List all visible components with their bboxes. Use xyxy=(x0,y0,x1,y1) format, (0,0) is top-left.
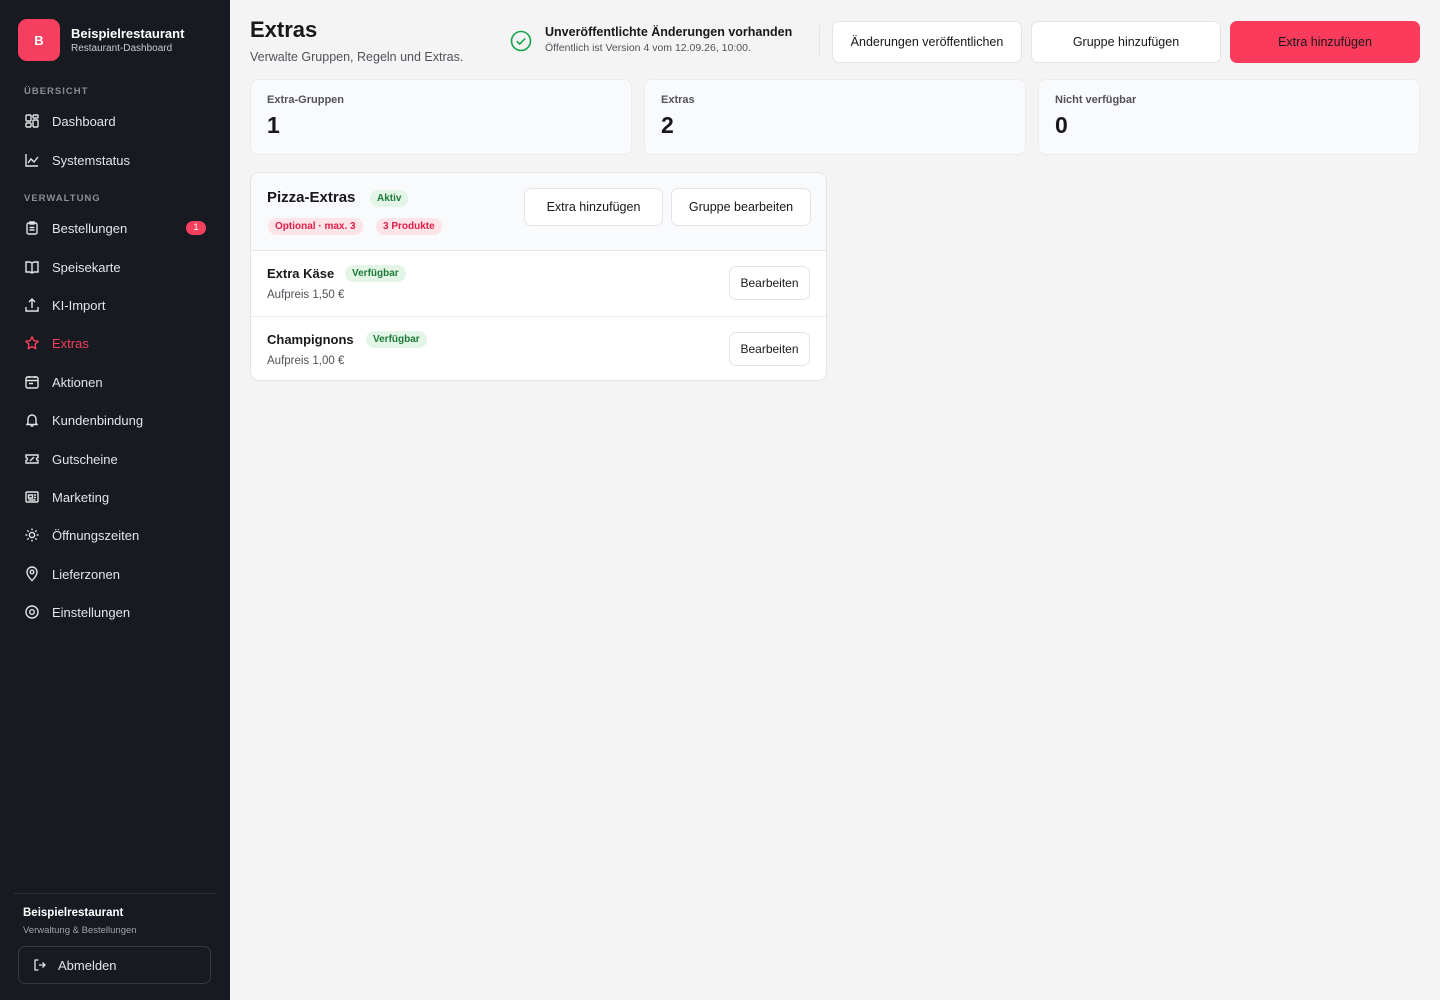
extra-price: Aufpreis 1,50 € xyxy=(267,289,345,301)
list-item: Champignons Verfügbar Aufpreis 1,00 € Be… xyxy=(251,316,826,380)
logout-button[interactable]: Abmelden xyxy=(18,946,211,984)
sidebar-item-label: Dashboard xyxy=(52,113,116,129)
section-label-management: VERWALTUNG xyxy=(24,193,101,204)
check-circle-icon xyxy=(510,30,532,52)
sidebar-item-label: KI-Import xyxy=(52,297,106,313)
sidebar-item-label: Lieferzonen xyxy=(52,566,120,582)
calendar-icon xyxy=(24,374,40,390)
status-subtitle: Öffentlich ist Version 4 vom 12.09.26, 1… xyxy=(545,42,751,54)
brand-logo: B xyxy=(18,19,60,61)
chart-icon xyxy=(24,152,40,168)
sidebar-item-gutscheine[interactable]: Gutscheine xyxy=(14,443,216,475)
sidebar-item-label: Bestellungen xyxy=(52,220,128,236)
page-title: Extras xyxy=(250,17,318,42)
stat-card-extras: Extras 2 xyxy=(644,79,1026,155)
availability-badge: Verfügbar xyxy=(345,265,406,282)
publish-changes-button[interactable]: Änderungen veröffentlichen xyxy=(832,21,1022,63)
sidebar-item-systemstatus[interactable]: Systemstatus xyxy=(14,144,216,176)
extra-name: Extra Käse xyxy=(267,266,335,281)
clipboard-icon xyxy=(24,220,40,236)
group-rule-badge: Optional · max. 3 xyxy=(268,218,363,235)
add-group-button[interactable]: Gruppe hinzufügen xyxy=(1031,21,1221,63)
stat-card-unavailable: Nicht verfügbar 0 xyxy=(1038,79,1420,155)
edit-extra-button[interactable]: Bearbeiten xyxy=(729,332,810,366)
sidebar-item-label: Extras xyxy=(52,335,89,351)
dashboard-icon xyxy=(24,113,40,129)
stat-card-groups: Extra-Gruppen 1 xyxy=(250,79,632,155)
bell-icon xyxy=(24,412,40,428)
list-item: Extra Käse Verfügbar Aufpreis 1,50 € Bea… xyxy=(251,251,826,316)
add-extra-button[interactable]: Extra hinzufügen xyxy=(1230,21,1420,63)
sidebar-item-speisekarte[interactable]: Speisekarte xyxy=(14,251,216,283)
sidebar-item-label: Gutscheine xyxy=(52,451,118,467)
logout-icon xyxy=(33,958,47,972)
sidebar-item-aktionen[interactable]: Aktionen xyxy=(14,366,216,398)
stat-value: 0 xyxy=(1055,112,1068,138)
sidebar-item-oeffnungszeiten[interactable]: Öffnungszeiten xyxy=(14,519,216,551)
map-pin-icon xyxy=(24,566,40,582)
newspaper-icon xyxy=(24,489,40,505)
extra-price: Aufpreis 1,00 € xyxy=(267,355,345,367)
stat-value: 1 xyxy=(267,112,280,138)
brand: B Beispielrestaurant Restaurant-Dashboar… xyxy=(18,19,184,61)
book-icon xyxy=(24,259,40,275)
group-status-badge: Aktiv xyxy=(370,190,409,207)
sidebar-item-label: Marketing xyxy=(52,489,110,505)
group-add-extra-button[interactable]: Extra hinzufügen xyxy=(524,188,663,226)
sidebar-item-lieferzonen[interactable]: Lieferzonen xyxy=(14,558,216,590)
stat-label: Extras xyxy=(661,94,695,106)
brand-subtitle: Restaurant-Dashboard xyxy=(71,42,173,54)
sidebar-item-marketing[interactable]: Marketing xyxy=(14,481,216,513)
sidebar-item-label: Einstellungen xyxy=(52,604,131,620)
extra-group-card: Pizza-Extras Aktiv Optional · max. 3 3 P… xyxy=(250,172,827,381)
sidebar-item-label: Systemstatus xyxy=(52,152,131,168)
extra-name: Champignons xyxy=(267,332,354,347)
footer-restaurant-subtitle: Verwaltung & Bestellungen xyxy=(23,925,137,936)
stat-value: 2 xyxy=(661,112,674,138)
availability-badge: Verfügbar xyxy=(366,331,427,348)
sidebar-item-bestellungen[interactable]: Bestellungen 1 xyxy=(14,212,216,244)
gear-icon xyxy=(24,604,40,620)
sidebar-item-label: Aktionen xyxy=(52,374,103,390)
edit-group-button[interactable]: Gruppe bearbeiten xyxy=(671,188,811,226)
stat-label: Extra-Gruppen xyxy=(267,94,345,106)
ticket-icon xyxy=(24,451,40,467)
section-label-overview: ÜBERSICHT xyxy=(24,86,89,97)
stat-label: Nicht verfügbar xyxy=(1055,94,1137,106)
sidebar-item-label: Öffnungszeiten xyxy=(52,527,140,543)
group-products-badge: 3 Produkte xyxy=(376,218,442,235)
page-subtitle: Verwalte Gruppen, Regeln und Extras. xyxy=(250,50,464,64)
sidebar-item-einstellungen[interactable]: Einstellungen xyxy=(14,596,216,628)
brand-name: Beispielrestaurant xyxy=(71,25,185,41)
sidebar-item-label: Kundenbindung xyxy=(52,412,144,428)
sidebar-item-kundenbindung[interactable]: Kundenbindung xyxy=(14,404,216,436)
sidebar-item-ki-import[interactable]: KI-Import xyxy=(14,289,216,321)
footer-restaurant-name: Beispielrestaurant xyxy=(23,907,124,919)
sun-icon xyxy=(24,527,40,543)
upload-icon xyxy=(24,297,40,313)
sidebar: B Beispielrestaurant Restaurant-Dashboar… xyxy=(0,0,230,1000)
header-divider xyxy=(819,25,820,57)
logout-label: Abmelden xyxy=(58,957,117,973)
group-title: Pizza-Extras xyxy=(267,189,356,206)
edit-extra-button[interactable]: Bearbeiten xyxy=(729,266,810,300)
star-icon xyxy=(24,335,40,351)
sidebar-divider xyxy=(14,893,216,894)
status-title: Unveröffentlichte Änderungen vorhanden xyxy=(545,25,793,39)
sidebar-item-dashboard[interactable]: Dashboard xyxy=(14,105,216,137)
sidebar-item-label: Speisekarte xyxy=(52,259,121,275)
orders-badge: 1 xyxy=(186,221,206,235)
group-header: Pizza-Extras Aktiv Optional · max. 3 3 P… xyxy=(251,173,826,251)
sidebar-item-extras[interactable]: Extras xyxy=(14,327,216,359)
publish-status: Unveröffentlichte Änderungen vorhanden Ö… xyxy=(510,24,792,56)
